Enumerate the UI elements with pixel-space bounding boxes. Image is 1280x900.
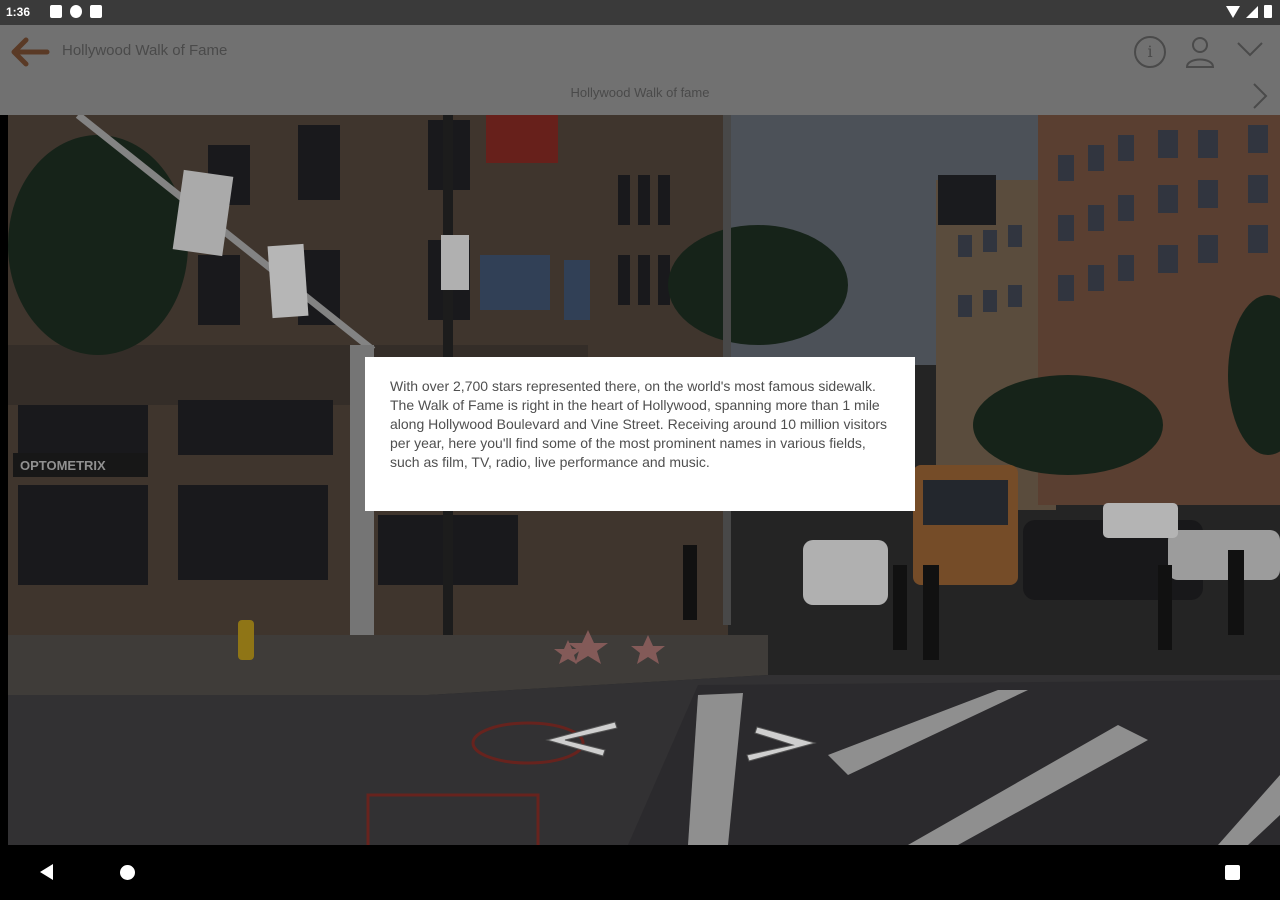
status-bar: 1:36 [0, 0, 1280, 25]
nav-recents-icon[interactable] [1225, 865, 1240, 880]
battery-icon [1264, 5, 1272, 18]
signal-icon [1246, 5, 1258, 18]
wifi-icon [1226, 5, 1240, 18]
nav-home-icon[interactable] [120, 865, 135, 880]
sd-card-icon [90, 5, 102, 18]
street-nav-right-icon[interactable] [743, 725, 818, 763]
chevron-right-icon[interactable] [1252, 82, 1268, 110]
notification-icon [50, 5, 62, 18]
nav-back-icon[interactable] [40, 864, 53, 880]
info-icon[interactable]: i [1134, 36, 1166, 68]
system-icons [1226, 5, 1272, 18]
app-header: Hollywood Walk of Fame i Hollywood Walk … [0, 25, 1280, 115]
location-subtitle: Hollywood Walk of fame [570, 85, 710, 100]
notification-icon [70, 5, 82, 18]
status-time: 1:36 [6, 5, 31, 19]
popup-description: With over 2,700 stars represented there,… [390, 378, 888, 470]
notification-icons [50, 5, 102, 18]
back-arrow-icon[interactable] [10, 37, 50, 67]
user-icon[interactable] [1184, 35, 1216, 69]
street-nav-left-icon[interactable] [543, 720, 618, 758]
system-nav-bar [0, 845, 1280, 900]
info-popup: With over 2,700 stars represented there,… [365, 357, 915, 511]
page-title: Hollywood Walk of Fame [62, 42, 228, 59]
chevron-down-icon[interactable] [1236, 39, 1264, 59]
